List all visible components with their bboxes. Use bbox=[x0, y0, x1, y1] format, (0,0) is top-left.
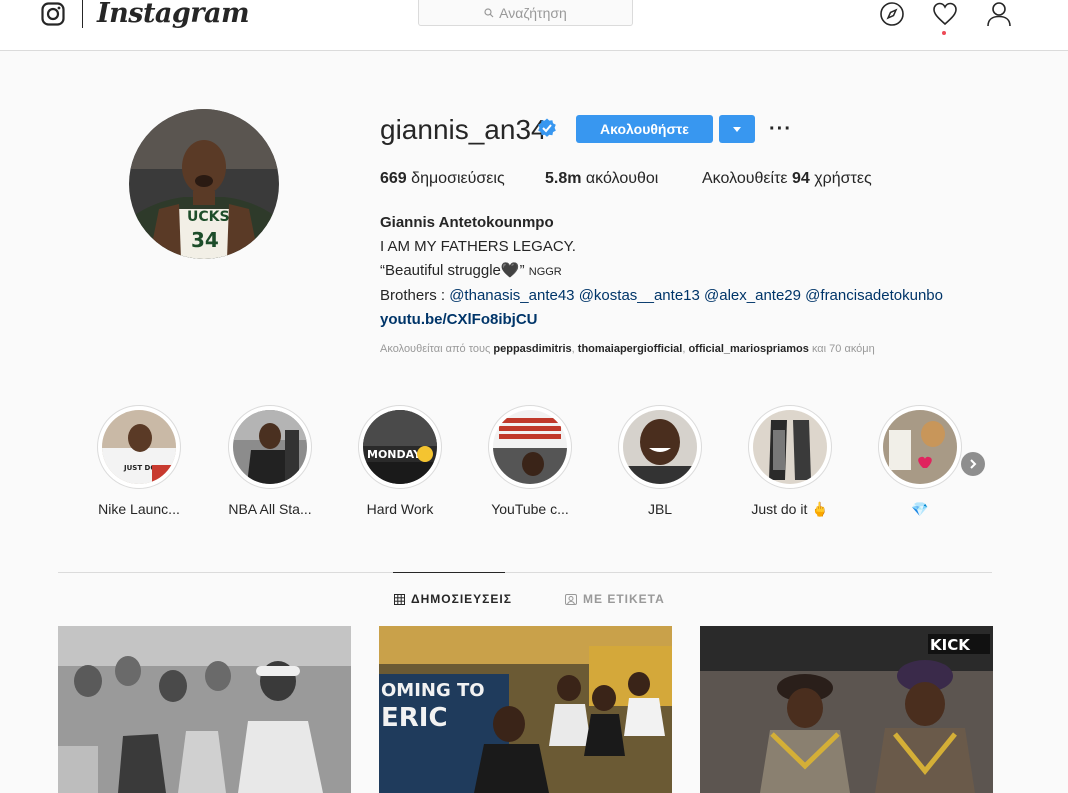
posts-stat-label: δημοσιεύσεις bbox=[411, 170, 505, 187]
mention-link[interactable]: @alex_ante29 bbox=[704, 287, 801, 304]
post-image: KICK bbox=[700, 626, 993, 793]
highlights-next-button[interactable] bbox=[961, 452, 985, 476]
bio-line-1: I AM MY FATHERS LEGACY. bbox=[380, 238, 576, 255]
highlight-item[interactable]: 💎 bbox=[878, 405, 962, 517]
post-image bbox=[58, 626, 351, 793]
search-placeholder: Αναζήτηση bbox=[499, 4, 567, 21]
avatar-image: UCKS 34 bbox=[129, 109, 279, 259]
highlight-cover: JUST DO IT. bbox=[102, 410, 176, 484]
highlight-label: Just do it 🖕 bbox=[751, 501, 829, 517]
suggestions-dropdown-button[interactable] bbox=[719, 115, 755, 143]
chevron-down-icon bbox=[733, 126, 741, 132]
highlight-cover: MONDAYS bbox=[363, 410, 437, 484]
heart-icon[interactable] bbox=[932, 1, 958, 27]
followers-count: 5.8m bbox=[545, 170, 582, 187]
highlight-ring bbox=[748, 405, 832, 489]
highlight-ring bbox=[488, 405, 572, 489]
highlight-item[interactable]: Just do it 🖕 bbox=[748, 405, 832, 517]
svg-text:ERIC: ERIC bbox=[381, 703, 448, 733]
bio-external-link[interactable]: youtu.be/CXlFo8ibjCU bbox=[380, 308, 943, 332]
highlight-ring: JUST DO IT. bbox=[97, 405, 181, 489]
instagram-glyph-icon[interactable] bbox=[41, 2, 65, 26]
followed-by-user: thomaiapergiofficial bbox=[577, 343, 683, 355]
profile-bio: Giannis Antetokounmpo I AM MY FATHERS LE… bbox=[380, 211, 943, 332]
search-icon bbox=[484, 7, 494, 17]
mention-link[interactable]: @francisadetokunbo bbox=[805, 287, 943, 304]
post-thumbnail[interactable]: KICK bbox=[700, 626, 993, 793]
followed-by-user: peppasdimitris bbox=[493, 343, 572, 355]
highlight-label: NBA All Sta... bbox=[228, 501, 312, 517]
notification-dot bbox=[942, 31, 946, 35]
bio-line-2-small: NGGR bbox=[528, 266, 562, 278]
following-suffix: χρήστες bbox=[814, 170, 872, 187]
tab-posts-label: ΔΗΜΟΣΙΕΥΣΕΙΣ bbox=[411, 592, 512, 606]
highlight-ring: MONDAYS bbox=[358, 405, 442, 489]
bio-line-2-text: “Beautiful struggle🖤” bbox=[380, 262, 525, 279]
tagged-person-icon bbox=[565, 593, 577, 605]
svg-text:34: 34 bbox=[191, 228, 219, 252]
highlight-label: JBL bbox=[647, 501, 673, 517]
followed-by-user: official_mariospriamos bbox=[688, 343, 809, 355]
followers-stat-label: ακόλουθοι bbox=[585, 170, 659, 187]
profile-avatar[interactable]: UCKS 34 bbox=[129, 109, 279, 259]
compass-icon[interactable] bbox=[879, 1, 905, 27]
following-count: 94 bbox=[791, 170, 810, 187]
post-image: OMING TO ERIC bbox=[379, 626, 672, 793]
followed-by-prefix: Ακολουθείται από τους bbox=[380, 343, 491, 355]
highlight-cover bbox=[753, 410, 827, 484]
highlight-cover bbox=[883, 410, 957, 484]
svg-text:UCKS: UCKS bbox=[187, 209, 230, 225]
bio-line-2: “Beautiful struggle🖤” NGGR bbox=[380, 259, 943, 284]
tab-tagged-label: ΜΕ ΕΤΙΚΕΤΑ bbox=[583, 592, 665, 606]
chevron-right-icon bbox=[970, 459, 977, 469]
mention-link[interactable]: @kostas__ante13 bbox=[579, 287, 700, 304]
highlight-item[interactable]: JUST DO IT. Nike Launc... bbox=[97, 405, 181, 517]
active-tab-indicator bbox=[393, 572, 505, 573]
posts-stat: 669 δημοσιεύσεις bbox=[380, 170, 505, 188]
logo-divider bbox=[82, 0, 83, 28]
verified-badge-icon bbox=[538, 118, 556, 137]
follow-button[interactable]: Ακολουθήστε bbox=[576, 115, 713, 143]
highlight-cover bbox=[233, 410, 307, 484]
search-input[interactable]: Αναζήτηση bbox=[418, 0, 633, 26]
profile-username: giannis_an34 bbox=[380, 114, 547, 145]
followed-by-suffix: και 70 ακόμη bbox=[811, 343, 875, 355]
followed-by-line[interactable]: Ακολουθείται από τους peppasdimitris, th… bbox=[380, 343, 875, 355]
brothers-label: Brothers : bbox=[380, 287, 446, 304]
highlight-ring bbox=[618, 405, 702, 489]
post-thumbnail[interactable]: OMING TO ERIC bbox=[379, 626, 672, 793]
mention-link[interactable]: @thanasis_ante43 bbox=[449, 287, 574, 304]
highlight-item[interactable]: YouTube c... bbox=[488, 405, 572, 517]
following-prefix: Ακολουθείτε bbox=[702, 170, 788, 187]
highlight-label: Hard Work bbox=[366, 501, 434, 517]
highlight-cover bbox=[493, 410, 567, 484]
profile-full-name: Giannis Antetokounmpo bbox=[380, 214, 554, 231]
instagram-wordmark[interactable]: Instagram bbox=[97, 0, 250, 29]
bio-brothers-line: Brothers : @thanasis_ante43 @kostas__ant… bbox=[380, 284, 943, 308]
highlight-item[interactable]: NBA All Sta... bbox=[228, 405, 312, 517]
post-thumbnail[interactable] bbox=[58, 626, 351, 793]
highlight-ring bbox=[228, 405, 312, 489]
svg-text:KICK: KICK bbox=[930, 636, 971, 654]
top-nav: Instagram Αναζήτηση bbox=[0, 0, 1068, 51]
tabs-divider bbox=[58, 572, 992, 573]
followers-stat[interactable]: 5.8m ακόλουθοι bbox=[545, 170, 658, 188]
grid-icon bbox=[394, 593, 405, 605]
more-options-button[interactable]: ··· bbox=[769, 118, 792, 141]
tab-tagged[interactable]: ΜΕ ΕΤΙΚΕΤΑ bbox=[565, 592, 665, 606]
user-icon[interactable] bbox=[986, 1, 1012, 27]
following-stat[interactable]: Ακολουθείτε 94 χρήστες bbox=[702, 170, 872, 188]
highlight-cover bbox=[623, 410, 697, 484]
highlight-label: 💎 bbox=[911, 501, 929, 517]
highlight-item[interactable]: MONDAYS Hard Work bbox=[358, 405, 442, 517]
highlight-ring bbox=[878, 405, 962, 489]
tab-posts[interactable]: ΔΗΜΟΣΙΕΥΣΕΙΣ bbox=[394, 592, 512, 606]
highlight-item[interactable]: JBL bbox=[618, 405, 702, 517]
highlight-label: Nike Launc... bbox=[98, 501, 180, 517]
highlight-label: YouTube c... bbox=[491, 501, 569, 517]
svg-text:OMING TO: OMING TO bbox=[381, 680, 485, 701]
posts-count: 669 bbox=[380, 170, 407, 187]
